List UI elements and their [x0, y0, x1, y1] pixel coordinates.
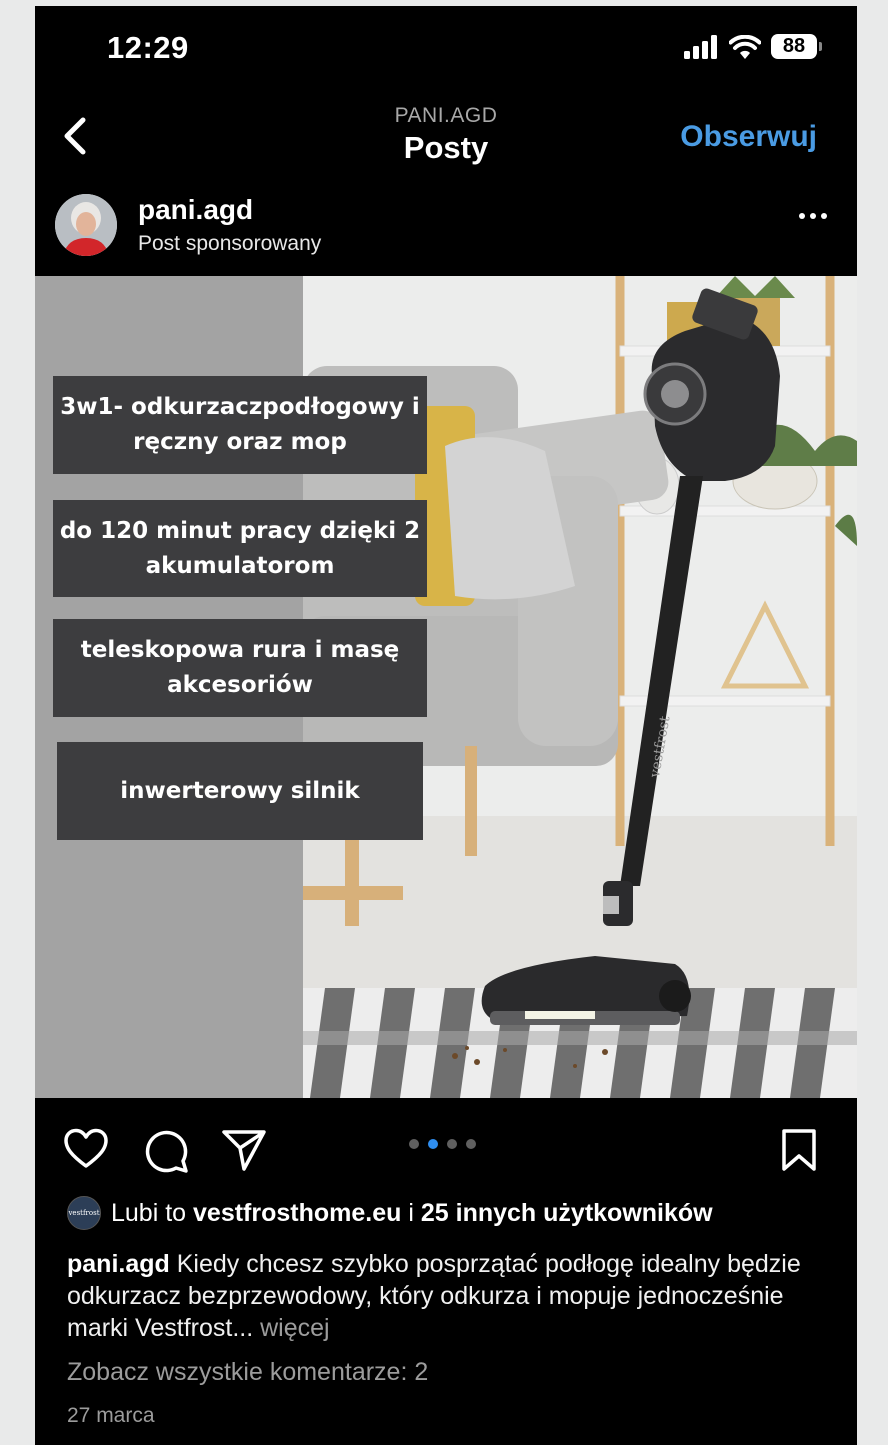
caption-username[interactable]: pani.agd — [67, 1250, 170, 1278]
sponsored-label: Post sponsorowany — [138, 232, 322, 255]
signal-icon — [684, 34, 717, 59]
follow-button[interactable]: Obserwuj — [680, 120, 817, 154]
carousel-dot — [466, 1139, 476, 1149]
feature-text: inwerterowy silnik — [120, 777, 360, 804]
carousel-indicator — [409, 1139, 476, 1149]
carousel-dot — [409, 1139, 419, 1149]
likes-joiner: i — [408, 1198, 414, 1227]
post-date: 27 marca — [67, 1404, 155, 1427]
top-nav: PANI.AGD Posty Obserwuj — [35, 94, 857, 178]
feature-box: do 120 minut pracy dzięki 2 akumulatorom — [53, 500, 427, 597]
carousel-dot — [447, 1139, 457, 1149]
comment-icon[interactable] — [143, 1128, 189, 1174]
liker-avatar: vestfrost — [67, 1196, 101, 1230]
feature-box: inwerterowy silnik — [57, 742, 423, 840]
feature-text: teleskopowa rura i masę akcesoriów — [80, 637, 400, 698]
more-options-icon[interactable] — [797, 206, 829, 226]
status-time: 12:29 — [107, 30, 189, 65]
caption-text: Kiedy chcesz szybko posprzątać podłogę i… — [67, 1250, 801, 1342]
likes-row[interactable]: vestfrost Lubi to vestfrosthome.eu i 25 … — [67, 1196, 713, 1230]
heart-icon[interactable] — [63, 1128, 109, 1170]
share-icon[interactable] — [221, 1128, 267, 1172]
battery-indicator: 88 — [771, 34, 822, 59]
post-image[interactable]: vestfrost 3w1- odkurzaczpodłogowy i ręcz… — [35, 276, 857, 1098]
status-icons: 88 — [683, 34, 822, 59]
post-actions — [35, 1098, 857, 1198]
post-header: pani.agd Post sponsorowany — [35, 186, 857, 276]
post-username[interactable]: pani.agd — [138, 194, 253, 226]
caption-more-link[interactable]: więcej — [260, 1314, 329, 1342]
likes-prefix: Lubi to — [111, 1198, 187, 1227]
feature-text: do 120 minut pracy dzięki 2 akumulatorom — [59, 517, 421, 579]
feature-box: 3w1- odkurzaczpodłogowy i ręczny oraz mo… — [53, 376, 427, 474]
feature-box: teleskopowa rura i masę akcesoriów — [53, 619, 427, 717]
phone-screen: 12:29 88 PANI.AGD Posty Obserwuj pani.ag… — [35, 6, 857, 1445]
view-comments-link[interactable]: Zobacz wszystkie komentarze: 2 — [67, 1358, 428, 1387]
status-bar: 12:29 88 — [35, 6, 857, 94]
likes-user[interactable]: vestfrosthome.eu — [193, 1199, 401, 1227]
avatar[interactable] — [55, 194, 117, 256]
bookmark-icon[interactable] — [781, 1128, 817, 1172]
likes-others[interactable]: 25 innych użytkowników — [421, 1199, 713, 1227]
carousel-dot-active — [428, 1139, 438, 1149]
feature-text: 3w1- odkurzaczpodłogowy i ręczny oraz mo… — [60, 394, 420, 455]
post-caption: pani.agd Kiedy chcesz szybko posprzątać … — [67, 1248, 837, 1344]
wifi-icon — [729, 34, 761, 59]
